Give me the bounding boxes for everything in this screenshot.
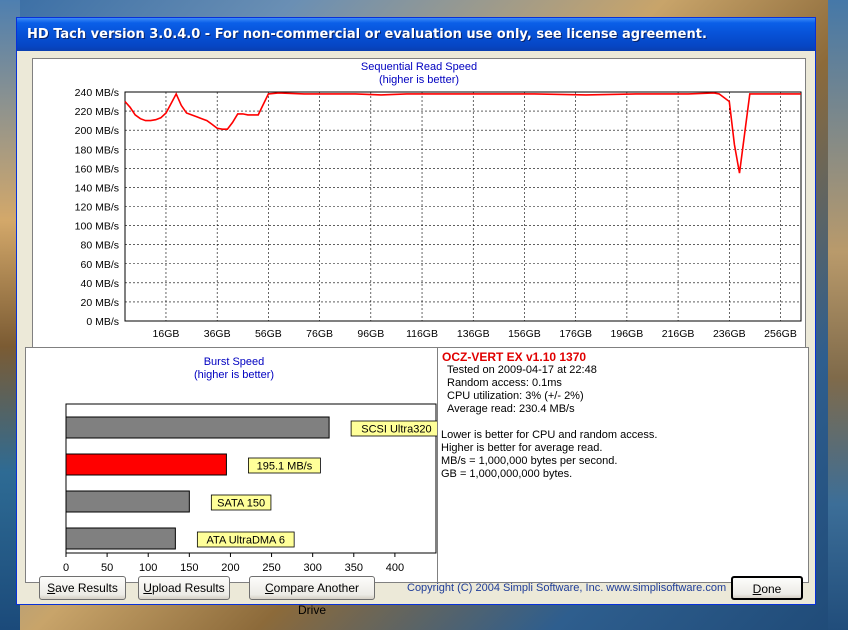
x-tick-label: 256GB bbox=[764, 328, 797, 340]
x-tick-label: 0 bbox=[63, 562, 69, 574]
compare-label: ompare Another Drive bbox=[273, 581, 360, 617]
x-tick-label: 250 bbox=[262, 562, 280, 574]
cpu-utilization: CPU utilization: 3% (+/- 2%) bbox=[447, 390, 584, 402]
x-tick-label: 300 bbox=[303, 562, 321, 574]
upload-label: pload Results bbox=[151, 581, 225, 595]
drive-info-panel: OCZ-VERT EX v1.10 1370 Tested on 2009-04… bbox=[437, 347, 809, 583]
x-tick-label: 76GB bbox=[306, 328, 333, 340]
y-tick-label: 80 MB/s bbox=[80, 240, 119, 252]
save-results-button[interactable]: Save Results bbox=[39, 576, 126, 600]
burst-bar bbox=[65, 453, 227, 476]
x-tick-label: 236GB bbox=[713, 328, 746, 340]
bar-label: SCSI Ultra320 bbox=[361, 424, 431, 436]
window-title: HD Tach version 3.0.4.0 - For non-commer… bbox=[17, 18, 815, 51]
burst-bar bbox=[65, 416, 330, 439]
y-tick-label: 60 MB/s bbox=[80, 259, 119, 271]
x-tick-label: 100 bbox=[139, 562, 157, 574]
note-line: Lower is better for CPU and random acces… bbox=[441, 429, 658, 441]
x-tick-label: 50 bbox=[101, 562, 113, 574]
y-tick-label: 180 MB/s bbox=[75, 144, 119, 156]
x-tick-label: 150 bbox=[180, 562, 198, 574]
sequential-read-chart: 0 MB/s 20 MB/s 40 MB/s 60 MB/s 80 MB/s 100 MB… bbox=[75, 87, 802, 340]
x-tick-label: 200 bbox=[221, 562, 239, 574]
y-tick-label: 240 MB/s bbox=[75, 87, 119, 99]
bar-label: SATA 150 bbox=[217, 498, 265, 510]
burst-bar bbox=[65, 527, 176, 550]
y-tick-label: 160 MB/s bbox=[75, 163, 119, 175]
upload-results-button[interactable]: Upload Results bbox=[138, 576, 230, 600]
note-line: GB = 1,000,000,000 bytes. bbox=[441, 468, 573, 480]
x-tick-label: 176GB bbox=[559, 328, 592, 340]
y-tick-label: 140 MB/s bbox=[75, 182, 119, 194]
x-tick-label: 156GB bbox=[508, 328, 541, 340]
y-tick-label: 100 MB/s bbox=[75, 221, 119, 233]
note-line: Higher is better for average read. bbox=[441, 442, 603, 454]
y-tick-label: 220 MB/s bbox=[75, 106, 119, 118]
burst-speed-panel: Burst Speed (higher is better) 0 50 100 150… bbox=[25, 347, 443, 583]
upload-accel: U bbox=[143, 581, 152, 595]
x-tick-label: 96GB bbox=[357, 328, 384, 340]
y-tick-label: 0 MB/s bbox=[86, 316, 119, 328]
x-tick-label: 350 bbox=[345, 562, 363, 574]
x-tick-label: 16GB bbox=[153, 328, 180, 340]
y-tick-label: 40 MB/s bbox=[80, 278, 119, 290]
desktop-background-right bbox=[828, 0, 848, 630]
hdtach-window: HD Tach version 3.0.4.0 - For non-commer… bbox=[16, 17, 816, 617]
read-speed-line bbox=[124, 92, 801, 174]
done-label: one bbox=[761, 582, 782, 596]
x-tick-label: 36GB bbox=[204, 328, 231, 340]
random-access: Random access: 0.1ms bbox=[447, 377, 562, 389]
compare-another-drive-button[interactable]: Compare Another Drive bbox=[249, 576, 375, 617]
sequential-read-panel: Sequential Read Speed (higher is better)… bbox=[32, 58, 806, 353]
drive-name: OCZ-VERT EX v1.10 1370 bbox=[442, 350, 587, 364]
burst-bar bbox=[65, 490, 190, 513]
x-tick-label: 400 bbox=[386, 562, 404, 574]
average-read: Average read: 230.4 MB/s bbox=[447, 403, 575, 415]
tested-on: Tested on 2009-04-17 at 22:48 bbox=[447, 364, 597, 376]
x-tick-label: 116GB bbox=[406, 328, 438, 340]
done-button[interactable]: Done bbox=[731, 576, 803, 600]
copyright-text: Copyright (C) 2004 Simpli Software, Inc.… bbox=[407, 582, 727, 594]
compare-accel: C bbox=[264, 581, 274, 595]
note-line: MB/s = 1,000,000 bytes per second. bbox=[441, 455, 618, 467]
x-tick-label: 56GB bbox=[255, 328, 282, 340]
bar-label: 195.1 MB/s bbox=[257, 461, 313, 473]
y-tick-label: 20 MB/s bbox=[80, 297, 119, 309]
burst-speed-chart: 0 50 100 150 200 250 300 350 400 SCSI Ultra320 195… bbox=[63, 403, 442, 574]
save-accel: S bbox=[47, 581, 56, 595]
x-tick-label: 136GB bbox=[457, 328, 490, 340]
y-tick-label: 200 MB/s bbox=[75, 125, 119, 137]
x-tick-label: 196GB bbox=[611, 328, 644, 340]
bar-label: ATA UltraDMA 6 bbox=[207, 535, 285, 547]
y-tick-label: 120 MB/s bbox=[75, 202, 119, 214]
x-tick-label: 216GB bbox=[662, 328, 695, 340]
done-accel: D bbox=[752, 582, 762, 596]
save-label: ave Results bbox=[55, 581, 118, 595]
